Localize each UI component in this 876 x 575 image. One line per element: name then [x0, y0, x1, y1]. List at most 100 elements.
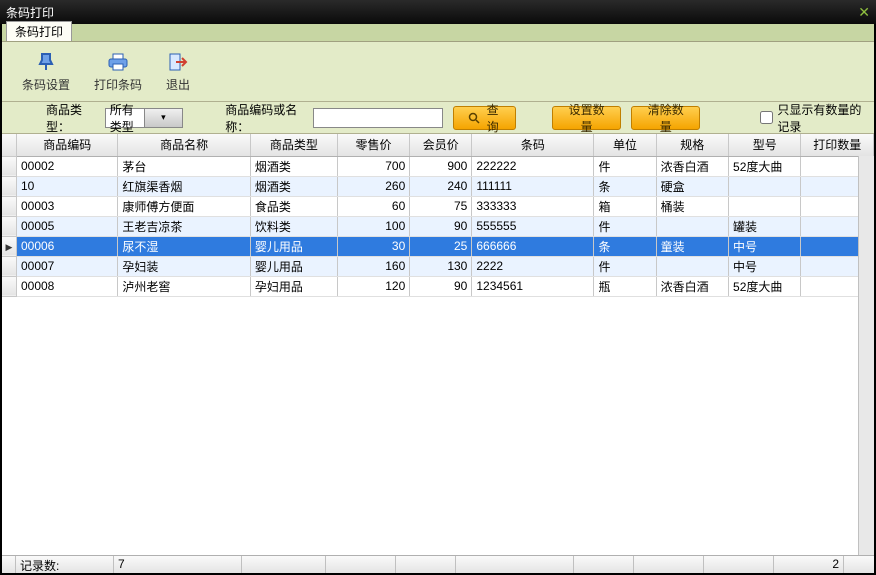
col-name[interactable]: 商品名称 — [118, 134, 250, 156]
cell-retail: 160 — [337, 256, 409, 276]
barcode-settings-button[interactable]: 条码设置 — [22, 50, 70, 93]
status-cell — [634, 556, 704, 573]
col-model[interactable]: 型号 — [729, 134, 801, 156]
cell-spec: 硬盒 — [656, 176, 728, 196]
exit-button[interactable]: 退出 — [166, 50, 190, 93]
cell-cat: 烟酒类 — [250, 156, 337, 176]
col-cat[interactable]: 商品类型 — [250, 134, 337, 156]
cell-unit: 条 — [594, 236, 656, 256]
cell-spec — [656, 256, 728, 276]
cell-member: 75 — [410, 196, 472, 216]
cell-model: 52度大曲 — [729, 276, 801, 296]
data-grid[interactable]: 商品编码商品名称商品类型零售价会员价条码单位规格型号打印数量 00002茅台烟酒… — [2, 134, 874, 555]
cell-model: 52度大曲 — [729, 156, 801, 176]
cell-member: 25 — [410, 236, 472, 256]
close-icon[interactable]: ✕ — [858, 4, 870, 21]
col-code[interactable]: 商品编码 — [16, 134, 117, 156]
product-code-label: 商品编码或名称： — [193, 101, 303, 135]
col-spec[interactable]: 规格 — [656, 134, 728, 156]
cell-model — [729, 196, 801, 216]
row-indicator — [2, 216, 16, 236]
col-qty[interactable]: 打印数量 — [801, 134, 874, 156]
col-member[interactable]: 会员价 — [410, 134, 472, 156]
col-retail[interactable]: 零售价 — [337, 134, 409, 156]
cell-retail: 30 — [337, 236, 409, 256]
cell-name: 泸州老窖 — [118, 276, 250, 296]
cell-model: 中号 — [729, 256, 801, 276]
cell-unit: 件 — [594, 156, 656, 176]
cell-retail: 120 — [337, 276, 409, 296]
row-indicator — [2, 176, 16, 196]
query-button[interactable]: 查询 — [453, 106, 516, 130]
titlebar: 条码打印 ✕ — [0, 0, 876, 24]
cell-unit: 瓶 — [594, 276, 656, 296]
status-cell — [704, 556, 774, 573]
vertical-scrollbar[interactable] — [858, 156, 874, 555]
cell-member: 90 — [410, 276, 472, 296]
col-unit[interactable]: 单位 — [594, 134, 656, 156]
cell-code: 00005 — [16, 216, 117, 236]
cell-barcode: 333333 — [472, 196, 594, 216]
cell-member: 240 — [410, 176, 472, 196]
table-row[interactable]: 00003康师傅方便面食品类6075333333箱桶装 — [2, 196, 874, 216]
table-row[interactable]: 00006尿不湿婴儿用品3025666666条童装中号 — [2, 236, 874, 256]
product-code-input[interactable] — [313, 108, 443, 128]
cell-cat: 食品类 — [250, 196, 337, 216]
cell-retail: 260 — [337, 176, 409, 196]
toolbar: 条码设置 打印条码 退出 — [2, 42, 874, 102]
row-indicator — [2, 156, 16, 176]
product-type-select[interactable]: 所有类型 ▾ — [105, 108, 183, 128]
cell-member: 90 — [410, 216, 472, 236]
table-row[interactable]: 00007孕妇装婴儿用品1601302222件中号 — [2, 256, 874, 276]
status-cell — [242, 556, 326, 573]
cell-barcode: 222222 — [472, 156, 594, 176]
cell-code: 00006 — [16, 236, 117, 256]
cell-spec: 浓香白酒 — [656, 276, 728, 296]
row-indicator — [2, 196, 16, 216]
col-barcode[interactable]: 条码 — [472, 134, 594, 156]
chevron-down-icon: ▾ — [144, 109, 183, 127]
cell-retail: 700 — [337, 156, 409, 176]
table-row[interactable]: 00005王老吉凉茶饮料类10090555555件罐装 — [2, 216, 874, 236]
print-barcode-button[interactable]: 打印条码 — [94, 50, 142, 93]
toolbar-label: 条码设置 — [22, 76, 70, 93]
table-row[interactable]: 00002茅台烟酒类700900222222件浓香白酒52度大曲2 — [2, 156, 874, 176]
cell-cat: 孕妇用品 — [250, 276, 337, 296]
filterbar: 商品类型： 所有类型 ▾ 商品编码或名称： 查询 设置数量 清除数量 只显示有数… — [2, 102, 874, 134]
cell-barcode: 111111 — [472, 176, 594, 196]
set-qty-button[interactable]: 设置数量 — [552, 106, 621, 130]
tab-barcode-print[interactable]: 条码打印 — [6, 21, 72, 41]
cell-member: 130 — [410, 256, 472, 276]
tabstrip: 条码打印 — [2, 24, 874, 42]
row-indicator-header — [2, 134, 16, 156]
cell-barcode: 666666 — [472, 236, 594, 256]
cell-cat: 婴儿用品 — [250, 256, 337, 276]
search-icon — [468, 112, 480, 124]
status-cell — [326, 556, 396, 573]
cell-cat: 婴儿用品 — [250, 236, 337, 256]
product-type-value: 所有类型 — [106, 101, 144, 135]
status-cell: 记录数: — [16, 556, 114, 573]
clear-qty-button[interactable]: 清除数量 — [631, 106, 700, 130]
cell-model — [729, 176, 801, 196]
row-indicator — [2, 276, 16, 296]
table-row[interactable]: 10红旗渠香烟烟酒类260240111111条硬盒0 — [2, 176, 874, 196]
table-row[interactable]: 00008泸州老窖孕妇用品120901234561瓶浓香白酒52度大曲0 — [2, 276, 874, 296]
cell-spec: 童装 — [656, 236, 728, 256]
cell-code: 00007 — [16, 256, 117, 276]
cell-name: 孕妇装 — [118, 256, 250, 276]
cell-retail: 100 — [337, 216, 409, 236]
cell-spec: 浓香白酒 — [656, 156, 728, 176]
cell-unit: 件 — [594, 216, 656, 236]
cell-name: 尿不湿 — [118, 236, 250, 256]
cell-name: 康师傅方便面 — [118, 196, 250, 216]
cell-spec — [656, 216, 728, 236]
printer-icon — [106, 50, 130, 74]
only-with-qty-checkbox[interactable]: 只显示有数量的记录 — [728, 101, 862, 135]
exit-icon — [166, 50, 190, 74]
cell-spec: 桶装 — [656, 196, 728, 216]
status-cell — [2, 556, 16, 573]
only-with-qty-input[interactable] — [760, 111, 773, 124]
cell-name: 茅台 — [118, 156, 250, 176]
cell-name: 王老吉凉茶 — [118, 216, 250, 236]
